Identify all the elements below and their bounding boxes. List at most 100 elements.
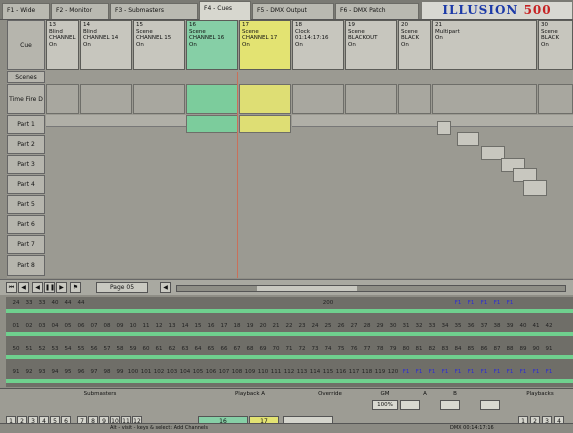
channel-level[interactable]: 96	[75, 367, 87, 377]
part1-cell[interactable]	[186, 115, 238, 133]
rewind-icon[interactable]: ◀	[32, 282, 43, 293]
channel-level[interactable]: 101	[140, 367, 152, 377]
channel-level[interactable]	[205, 298, 217, 308]
channel-level[interactable]: 26	[335, 321, 347, 331]
tab-wide[interactable]: F1 - Wide	[2, 3, 50, 19]
time-cell[interactable]	[432, 84, 537, 114]
channel-level[interactable]: 94	[49, 367, 61, 377]
channel-level[interactable]	[543, 298, 555, 308]
channel-level[interactable]: 21	[270, 321, 282, 331]
tab-dmx-output[interactable]: F5 - DMX Output	[252, 3, 334, 19]
time-cell[interactable]	[133, 84, 185, 114]
channel-level[interactable]: 14	[179, 321, 191, 331]
cue-column[interactable]: 20 Scene BLACK On	[398, 20, 431, 70]
channel-level[interactable]: 110	[257, 367, 269, 377]
channel-level[interactable]	[283, 298, 295, 308]
channel-level[interactable]: 23	[296, 321, 308, 331]
channel-level[interactable]: 97	[88, 367, 100, 377]
channel-level[interactable]: 35	[452, 321, 464, 331]
channel-level[interactable]: 115	[322, 367, 334, 377]
channel-level[interactable]	[218, 298, 230, 308]
channel-level[interactable]	[140, 298, 152, 308]
channel-level[interactable]: 102	[153, 367, 165, 377]
channel-level[interactable]: 70	[270, 344, 282, 354]
channel-level[interactable]: F1	[478, 298, 490, 308]
cue-column-next[interactable]: 17 Scene CHANNEL 17 On	[239, 20, 291, 70]
a-value-box[interactable]	[400, 400, 420, 410]
channel-level[interactable]: 33	[23, 298, 35, 308]
channel-level[interactable]: 59	[127, 344, 139, 354]
time-cell[interactable]	[398, 84, 431, 114]
channel-level[interactable]: 34	[439, 321, 451, 331]
scroll-thumb[interactable]	[257, 286, 357, 291]
part1-cell[interactable]	[239, 115, 291, 133]
channel-level[interactable]: F1	[426, 367, 438, 377]
channel-level[interactable]: 07	[88, 321, 100, 331]
flag-icon[interactable]: ⚑	[70, 282, 81, 293]
channel-level[interactable]: 82	[426, 344, 438, 354]
channel-level[interactable]: 04	[49, 321, 61, 331]
page-selector[interactable]: Page 05	[96, 282, 148, 293]
channel-level[interactable]: 19	[244, 321, 256, 331]
channel-level[interactable]: 67	[231, 344, 243, 354]
channel-level[interactable]: 56	[88, 344, 100, 354]
channel-level[interactable]: 80	[400, 344, 412, 354]
channel-level[interactable]: F1	[478, 367, 490, 377]
channel-level[interactable]: 54	[62, 344, 74, 354]
first-page-icon[interactable]: ⏮	[6, 282, 17, 293]
channel-level[interactable]: 22	[283, 321, 295, 331]
channel-level[interactable]: 83	[439, 344, 451, 354]
channel-level[interactable]: 95	[62, 367, 74, 377]
channel-level[interactable]	[335, 298, 347, 308]
channel-level[interactable]: 66	[218, 344, 230, 354]
channel-level[interactable]: 33	[426, 321, 438, 331]
channel-level[interactable]: 107	[218, 367, 230, 377]
channel-level[interactable]: 77	[361, 344, 373, 354]
channel-level[interactable]: 62	[166, 344, 178, 354]
channel-level[interactable]: 69	[257, 344, 269, 354]
channel-level[interactable]	[244, 298, 256, 308]
cue-column[interactable]: 15 Scene CHANNEL 15 On	[133, 20, 185, 70]
cue-column-multipart[interactable]: 21 Multipart On	[432, 20, 537, 70]
channel-level[interactable]: 11	[140, 321, 152, 331]
channel-level[interactable]: 78	[374, 344, 386, 354]
channel-level[interactable]: 53	[49, 344, 61, 354]
channel-level[interactable]: 64	[192, 344, 204, 354]
channel-level[interactable]: F1	[543, 367, 555, 377]
channel-level[interactable]: 105	[192, 367, 204, 377]
channel-level[interactable]: 116	[335, 367, 347, 377]
channel-level[interactable]: 05	[62, 321, 74, 331]
channel-level[interactable]: 42	[543, 321, 555, 331]
channel-level[interactable]: 73	[309, 344, 321, 354]
channel-level[interactable]: 118	[361, 367, 373, 377]
scroll-left-icon[interactable]: ◀	[160, 282, 171, 293]
channel-level[interactable]: 32	[413, 321, 425, 331]
channel-level[interactable]	[309, 298, 321, 308]
channel-level[interactable]	[153, 298, 165, 308]
channel-level[interactable]: 41	[530, 321, 542, 331]
channel-level[interactable]: F1	[491, 367, 503, 377]
c-value-box[interactable]	[480, 400, 500, 410]
channel-level[interactable]: F1	[530, 367, 542, 377]
cue-column[interactable]: 30 Scene BLACK On	[538, 20, 573, 70]
time-cell[interactable]	[239, 84, 291, 114]
channel-level[interactable]: 75	[335, 344, 347, 354]
channel-level[interactable]: 93	[36, 367, 48, 377]
cue-column[interactable]: 14 Blind CHANNEL 14 On	[80, 20, 132, 70]
channel-level[interactable]: 40	[49, 298, 61, 308]
channel-level[interactable]: F1	[504, 367, 516, 377]
channel-level[interactable]: 39	[504, 321, 516, 331]
channel-level[interactable]	[179, 298, 191, 308]
channel-level[interactable]: 33	[36, 298, 48, 308]
channel-level[interactable]: 71	[283, 344, 295, 354]
channel-level[interactable]: 36	[465, 321, 477, 331]
channel-level[interactable]: F1	[504, 298, 516, 308]
channel-level[interactable]: 24	[10, 298, 22, 308]
channel-level[interactable]: 09	[114, 321, 126, 331]
cue-column[interactable]: 18 Clock 01:14:17:16 On	[292, 20, 344, 70]
channel-level[interactable]	[166, 298, 178, 308]
tab-dmx-patch[interactable]: F6 - DMX Patch	[335, 3, 419, 19]
channel-level[interactable]: 25	[322, 321, 334, 331]
channel-level[interactable]: 06	[75, 321, 87, 331]
channel-level[interactable]: 58	[114, 344, 126, 354]
